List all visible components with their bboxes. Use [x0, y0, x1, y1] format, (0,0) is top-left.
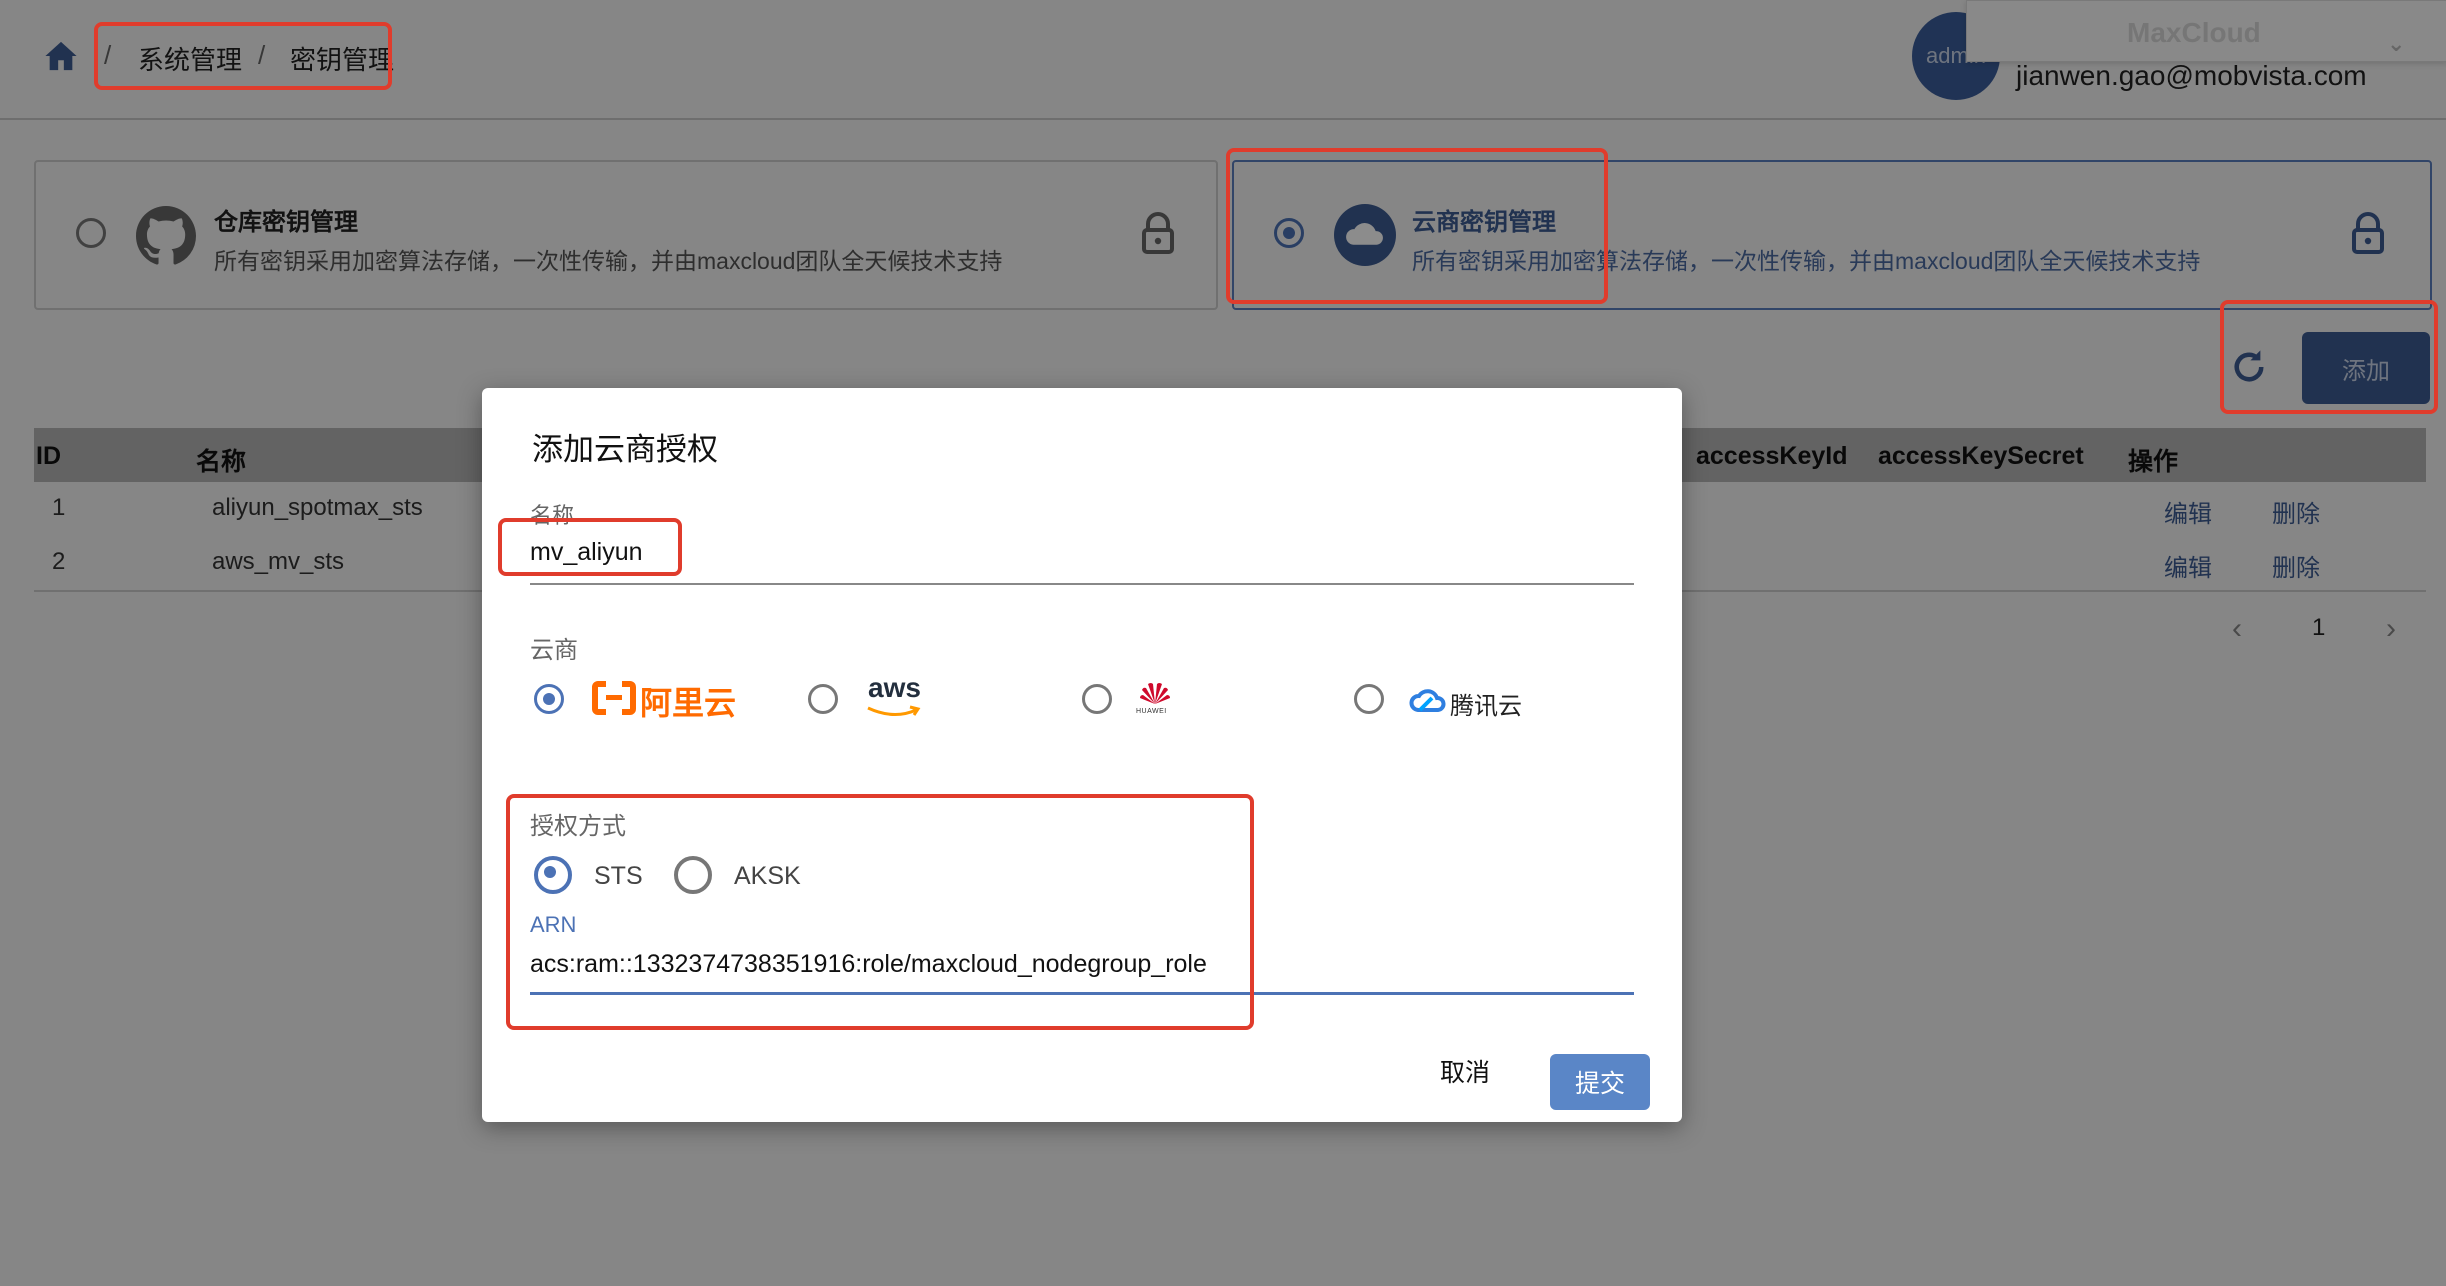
- provider-name: aws: [868, 672, 921, 703]
- provider-name: HUAWEI: [1136, 708, 1167, 715]
- aliyun-logo: 阿里云: [592, 678, 742, 721]
- highlight-box: [2220, 300, 2438, 414]
- provider-label: 云商: [530, 637, 578, 664]
- highlight-box: [94, 22, 392, 90]
- provider-name: 腾讯云: [1450, 693, 1522, 720]
- aws-logo: aws: [866, 672, 926, 722]
- name-field-underline: [530, 583, 1634, 585]
- cancel-button[interactable]: 取消: [1434, 1052, 1496, 1090]
- provider-radio-aws[interactable]: [808, 684, 838, 714]
- huawei-logo: HUAWEI: [1136, 680, 1176, 720]
- provider-radio-tencent[interactable]: [1354, 684, 1384, 714]
- provider-radio-huawei[interactable]: [1082, 684, 1112, 714]
- provider-name: 阿里云: [640, 685, 737, 721]
- highlight-box: [1226, 148, 1608, 304]
- highlight-box: [498, 518, 682, 576]
- dialog-title: 添加云商授权: [532, 432, 718, 467]
- highlight-box: [506, 794, 1254, 1030]
- submit-button[interactable]: 提交: [1550, 1054, 1650, 1110]
- tencent-cloud-logo: 腾讯云: [1408, 680, 1528, 720]
- provider-radio-aliyun[interactable]: [534, 684, 564, 714]
